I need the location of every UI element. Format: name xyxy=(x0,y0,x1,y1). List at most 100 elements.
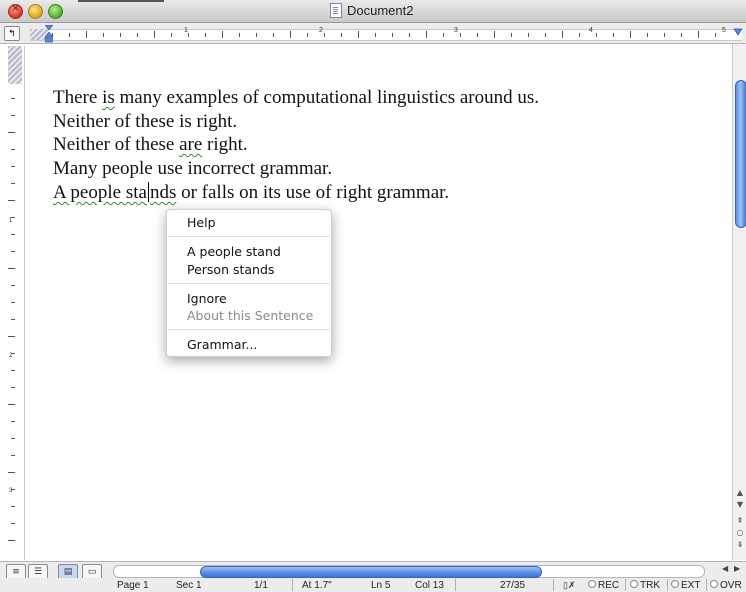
grammar-flag-are[interactable]: are xyxy=(179,134,202,155)
status-rec[interactable]: REC xyxy=(588,580,619,591)
window-title-group: Document2 xyxy=(330,3,413,18)
ruler-tick xyxy=(579,33,580,37)
line-5-part-b: or falls on its use of right grammar. xyxy=(176,182,450,203)
vruler-tick xyxy=(11,353,15,354)
vruler-tick xyxy=(11,149,15,150)
ruler-tick xyxy=(171,33,172,37)
menu-item-suggestion-2[interactable]: Person stands xyxy=(187,262,274,277)
menu-item-suggestion-1[interactable]: A people stand xyxy=(187,244,281,259)
status-section: Sec 1 xyxy=(176,580,202,591)
status-trk[interactable]: TRK xyxy=(630,580,660,591)
ruler-number-5: 5 xyxy=(722,27,726,34)
minimize-button[interactable] xyxy=(28,4,43,19)
ruler-tick xyxy=(545,33,546,37)
grammar-flag-is[interactable]: is xyxy=(102,87,115,108)
status-line: Ln 5 xyxy=(371,580,391,591)
horizontal-scroll-track[interactable] xyxy=(113,565,705,578)
vruler-tick xyxy=(11,387,15,388)
status-ext-label: EXT xyxy=(681,580,701,591)
menu-separator xyxy=(168,329,330,330)
status-words: 27/35 xyxy=(500,580,526,591)
browse-object-icon[interactable]: ○ xyxy=(735,528,745,538)
rec-indicator-icon xyxy=(588,580,596,588)
ruler-tick xyxy=(256,33,257,37)
vruler-tick xyxy=(11,506,15,507)
text-caret xyxy=(147,182,149,202)
ruler-tick xyxy=(460,33,461,37)
vertical-scroll-thumb[interactable] xyxy=(735,80,746,228)
ruler-tick xyxy=(443,33,444,37)
line-3-part-a: Neither of these xyxy=(53,134,180,155)
horizontal-scroll-thumb[interactable] xyxy=(200,566,542,578)
top-margin-hatch xyxy=(8,46,22,84)
vertical-ruler[interactable] xyxy=(8,46,25,560)
ruler-tick xyxy=(188,33,189,37)
line-1-part-a: There xyxy=(53,87,103,108)
status-column: Col 13 xyxy=(415,580,444,591)
grammar-context-menu: Help A people stand Person stands Ignore… xyxy=(166,209,332,357)
vruler-tick xyxy=(11,285,15,286)
ruler-tick xyxy=(222,31,223,38)
document-line-5[interactable]: A people sta nds or falls on its use of r… xyxy=(53,182,449,204)
vruler-tick xyxy=(11,302,15,303)
status-ovr[interactable]: OVR xyxy=(710,580,746,591)
next-page-icon[interactable]: ⇟ xyxy=(735,540,745,550)
document-line-1[interactable]: There is many examples of computational … xyxy=(53,87,539,109)
status-rec-label: REC xyxy=(598,580,620,591)
status-ext[interactable]: EXT xyxy=(671,580,700,591)
ruler-tick xyxy=(647,33,648,37)
document-line-4[interactable]: Many people use incorrect grammar. xyxy=(53,158,332,180)
ruler-tick xyxy=(205,33,206,37)
vruler-tick xyxy=(11,455,15,456)
close-button[interactable]: × xyxy=(8,3,23,19)
title-bar[interactable]: × Document2 xyxy=(0,0,746,23)
menu-item-grammar[interactable]: Grammar... xyxy=(187,337,257,352)
vruler-tick xyxy=(11,98,15,99)
vruler-tick xyxy=(8,540,15,541)
ruler-tick xyxy=(630,31,631,38)
ruler-tick xyxy=(426,31,427,38)
vruler-tick xyxy=(11,319,15,320)
menu-item-ignore[interactable]: Ignore xyxy=(187,291,227,306)
vruler-tick xyxy=(8,472,15,473)
tab-stop-selector-icon[interactable]: ↰ xyxy=(4,26,20,41)
vruler-tick xyxy=(11,183,15,184)
ruler-tick xyxy=(375,33,376,37)
right-indent-marker-icon[interactable] xyxy=(732,25,744,41)
status-at: At 1.7" xyxy=(302,580,332,591)
document-line-3[interactable]: Neither of these are right. xyxy=(53,134,248,156)
menu-separator xyxy=(168,236,330,237)
scroll-down-arrow-icon[interactable]: ▼ xyxy=(735,500,745,510)
ruler-tick xyxy=(341,33,342,37)
ruler-tick xyxy=(477,33,478,37)
ruler-tick xyxy=(307,33,308,37)
close-x-icon: × xyxy=(11,3,20,14)
line-1-part-b: many examples of computational linguisti… xyxy=(114,87,540,108)
ruler-tick xyxy=(239,33,240,37)
scroll-up-arrow-icon[interactable]: ▲ xyxy=(735,488,745,498)
ruler-tick xyxy=(392,33,393,37)
vruler-tick xyxy=(11,115,15,116)
horizontal-ruler[interactable]: ↰ 1 2 3 4 5 xyxy=(0,23,746,44)
document-line-2[interactable]: Neither of these is right. xyxy=(53,111,237,133)
zoom-button[interactable] xyxy=(48,4,63,19)
horizontal-scroll-row: ≡ ☰ ▤ ▭ ◀ ▶ xyxy=(0,561,746,580)
vertical-scrollbar[interactable]: ▲ ▼ ⇞ ○ ⇟ xyxy=(732,44,746,560)
ruler-number-2: 2 xyxy=(319,27,323,34)
grammar-flag-a-people-stands[interactable]: A people sta nds xyxy=(53,182,176,203)
previous-page-icon[interactable]: ⇞ xyxy=(735,516,745,526)
vruler-tick xyxy=(8,268,15,269)
menu-item-about-sentence: About this Sentence xyxy=(187,308,314,323)
spelling-status-icon[interactable]: ▯✗ xyxy=(563,580,576,591)
vruler-tick xyxy=(8,132,15,133)
ruler-tick xyxy=(664,33,665,37)
scroll-left-arrow-icon[interactable]: ◀ xyxy=(722,564,728,573)
ruler-tick xyxy=(290,31,291,38)
scroll-right-arrow-icon[interactable]: ▶ xyxy=(734,564,740,573)
vruler-tick xyxy=(8,336,15,337)
status-bar: Page 1 Sec 1 1/1 At 1.7" Ln 5 Col 13 27/… xyxy=(0,578,746,592)
ruler-tick xyxy=(715,33,716,37)
vruler-tick xyxy=(8,200,15,201)
ruler-tick xyxy=(324,33,325,37)
menu-item-help[interactable]: Help xyxy=(187,215,216,230)
